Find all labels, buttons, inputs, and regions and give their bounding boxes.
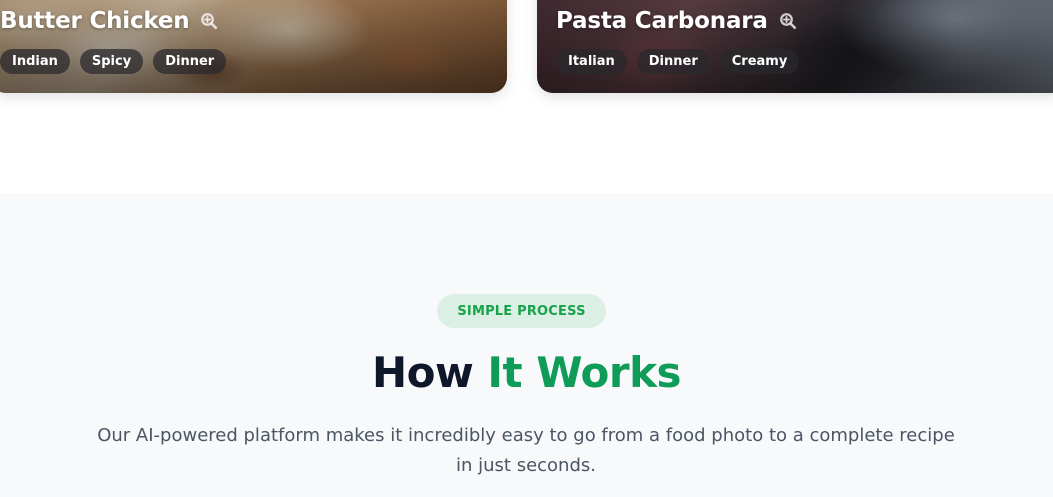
section-description: Our AI-powered platform makes it incredi… <box>97 425 955 476</box>
tag: Italian <box>556 49 627 74</box>
section-heading: How It Works <box>0 345 1053 401</box>
tag: Dinner <box>636 49 710 74</box>
card-content: Pasta Carbonara Italian Dinner Creamy <box>537 6 1053 74</box>
tag-list: Italian Dinner Creamy <box>556 49 1053 74</box>
tag-list: Indian Spicy Dinner <box>0 49 507 74</box>
page: Butter Chicken Indian Spicy Dinner Pasta… <box>0 0 1053 497</box>
card-title: Butter Chicken <box>0 8 190 34</box>
heading-part-accent: It Works <box>487 348 682 397</box>
card-title-row: Pasta Carbonara <box>556 6 1053 36</box>
zoom-in-icon[interactable] <box>199 11 219 31</box>
zoom-in-icon[interactable] <box>778 11 798 31</box>
recipe-card-pasta-carbonara[interactable]: Pasta Carbonara Italian Dinner Creamy <box>537 0 1053 93</box>
section-badge: SIMPLE PROCESS <box>437 294 606 328</box>
how-it-works-section: SIMPLE PROCESS How It Works Our AI-power… <box>0 193 1053 497</box>
tag: Spicy <box>79 49 144 74</box>
tag: Indian <box>0 49 70 74</box>
tag: Dinner <box>153 49 227 74</box>
card-title: Pasta Carbonara <box>556 8 768 34</box>
card-content: Butter Chicken Indian Spicy Dinner <box>0 6 507 74</box>
card-title-row: Butter Chicken <box>0 6 507 36</box>
tag: Creamy <box>719 49 800 74</box>
heading-part-dark: How <box>371 348 474 397</box>
recipe-card-butter-chicken[interactable]: Butter Chicken Indian Spicy Dinner <box>0 0 507 93</box>
